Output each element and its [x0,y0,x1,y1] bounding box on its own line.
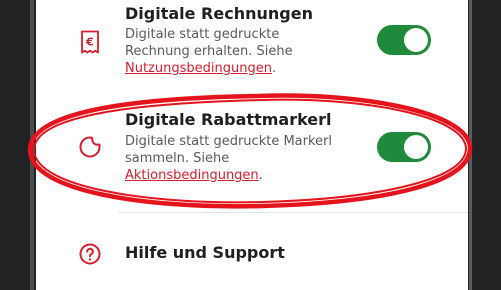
description-line-2: Rechnung erhalten. Siehe [125,44,293,59]
description-line-1: Digitale statt gedruckte Markerl [125,134,332,149]
svg-text:€: € [85,36,94,49]
description-line-2: sammeln. Siehe [125,151,230,166]
digital-stickers-toggle[interactable] [377,132,431,162]
toggle-knob [404,135,428,159]
promotion-terms-link[interactable]: Aktionsbedingungen [125,168,259,183]
section-divider [118,212,468,213]
description-line-1: Digitale statt gedruckte [125,27,280,42]
phone-bezel-right-edge [469,0,472,290]
help-circle-icon [77,241,103,267]
setting-title: Digitale Rabattmarkerl [125,110,332,129]
setting-title: Digitale Rechnungen [125,4,313,23]
description-suffix: . [258,168,263,183]
receipt-euro-icon: € [77,29,103,55]
terms-of-use-link[interactable]: Nutzungsbedingungen [125,61,272,76]
toggle-knob [404,28,428,52]
menu-item-label: Hilfe und Support [125,243,285,262]
setting-description: Digitale statt gedruckte Rechnung erhalt… [125,26,293,77]
phone-bezel-right [468,0,501,290]
description-suffix: . [271,61,277,76]
setting-description: Digitale statt gedruckte Markerl sammeln… [125,133,332,184]
sticker-icon [77,134,103,160]
digital-invoices-toggle[interactable] [377,25,431,55]
phone-bezel-left-edge [30,0,34,290]
